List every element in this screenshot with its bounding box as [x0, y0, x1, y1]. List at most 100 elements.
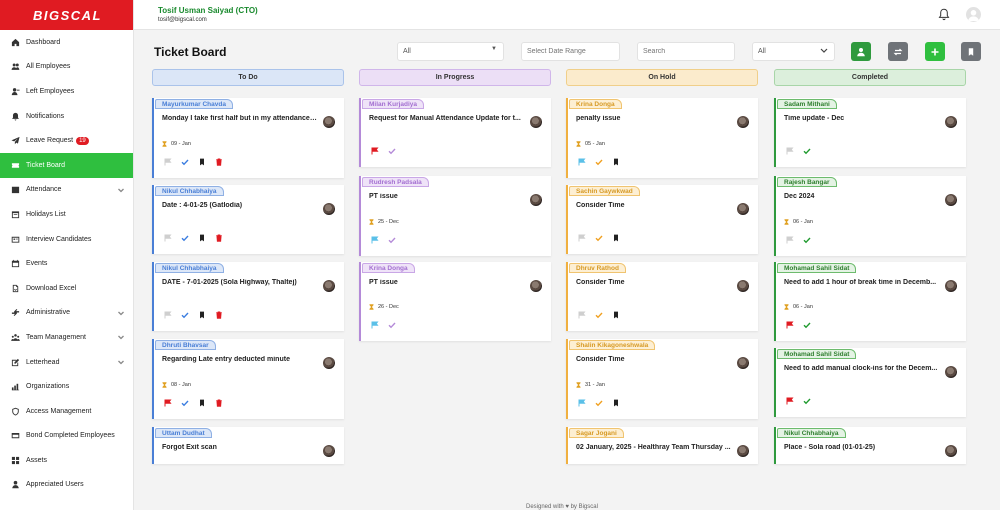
date-range-input[interactable]	[521, 42, 620, 61]
sidebar-item-download-excel[interactable]: Download Excel	[0, 276, 133, 301]
flag-icon[interactable]	[578, 234, 586, 242]
flag-icon[interactable]	[164, 234, 172, 242]
bookmark-icon[interactable]	[612, 234, 620, 242]
ticket-card[interactable]: Uttam Dudhat Forgot Exit scan	[152, 427, 344, 464]
sidebar-item-appreciated-users[interactable]: Appreciated Users	[0, 473, 133, 498]
bookmark-filter-button[interactable]	[961, 42, 981, 61]
sidebar-item-dashboard[interactable]: Dashboard	[0, 30, 133, 55]
sidebar-item-letterhead[interactable]: Letterhead	[0, 350, 133, 375]
check-icon[interactable]	[803, 147, 811, 155]
sidebar-item-access-management[interactable]: Access Management	[0, 399, 133, 424]
ticket-card[interactable]: Mohamad Sahil Sidat Need to add 1 hour of…	[774, 262, 966, 341]
check-icon[interactable]	[388, 147, 396, 155]
ticket-card[interactable]: Milan Kurjadiya Request for Manual Attend…	[359, 98, 551, 167]
flag-icon[interactable]	[371, 321, 379, 329]
flag-icon[interactable]	[786, 147, 794, 155]
bookmark-icon[interactable]	[198, 311, 206, 319]
flag-icon[interactable]	[164, 399, 172, 407]
ticket-card[interactable]: Mohamad Sahil Sidat Need to add manual cl…	[774, 348, 966, 417]
sidebar-item-label: Team Management	[26, 333, 86, 341]
flag-icon[interactable]	[786, 321, 794, 329]
flag-icon[interactable]	[371, 147, 379, 155]
ticket-card[interactable]: Nikul Chhabhaiya DATE - 7-01-2025 (Sola H…	[152, 262, 344, 331]
check-icon[interactable]	[803, 397, 811, 405]
search-input[interactable]	[637, 42, 735, 61]
status-filter-select[interactable]: All ▼	[397, 42, 504, 61]
sidebar-item-all-employees[interactable]: All Employees	[0, 55, 133, 80]
check-icon[interactable]	[181, 311, 189, 319]
ticket-card[interactable]: Krina Donga penalty issue 05 - Jan	[566, 98, 758, 178]
ticket-card[interactable]: Mayurkumar Chavda Monday I take first hal…	[152, 98, 344, 178]
sidebar-item-administrative[interactable]: Administrative	[0, 301, 133, 326]
flag-icon[interactable]	[786, 236, 794, 244]
card-icon	[10, 431, 20, 441]
flag-icon[interactable]	[786, 397, 794, 405]
check-icon[interactable]	[181, 234, 189, 242]
sidebar-item-assets[interactable]: Assets	[0, 448, 133, 473]
sidebar-item-attendance[interactable]: Attendance	[0, 178, 133, 203]
trash-icon[interactable]	[215, 311, 223, 319]
ticket-card[interactable]: Sachin Gaywkwad Consider Time	[566, 185, 758, 254]
assign-user-button[interactable]	[851, 42, 871, 61]
check-icon[interactable]	[595, 399, 603, 407]
flag-icon[interactable]	[164, 158, 172, 166]
logo[interactable]: BIGSCAL	[0, 0, 133, 30]
check-icon[interactable]	[803, 321, 811, 329]
check-icon[interactable]	[388, 321, 396, 329]
check-icon[interactable]	[181, 158, 189, 166]
ticket-card[interactable]: Rajesh Bangar Dec 2024 06 - Jan	[774, 176, 966, 256]
trash-icon[interactable]	[215, 158, 223, 166]
ticket-card[interactable]: Shalin Kikagoneshwala Consider Time 31 - J…	[566, 339, 758, 419]
column-header: On Hold	[566, 69, 758, 86]
flag-icon[interactable]	[578, 311, 586, 319]
ticket-card[interactable]: Krina Donga PT issue 26 - Dec	[359, 262, 551, 341]
chevron-down-icon[interactable]	[117, 309, 125, 317]
trash-icon[interactable]	[215, 234, 223, 242]
ticket-card[interactable]: Nikul Chhabhaiya Date : 4-01-25 (Gatlodia…	[152, 185, 344, 254]
trash-icon[interactable]	[215, 399, 223, 407]
ticket-card[interactable]: Rudresh Padsala PT issue 25 - Dec	[359, 176, 551, 256]
date-range-field[interactable]	[527, 48, 610, 55]
ticket-card[interactable]: Dhruv Rathod Consider Time	[566, 262, 758, 331]
sidebar-item-left-employees[interactable]: Left Employees	[0, 79, 133, 104]
user-avatar[interactable]	[966, 7, 981, 22]
check-icon[interactable]	[595, 158, 603, 166]
swap-button[interactable]	[888, 42, 908, 61]
bookmark-icon[interactable]	[612, 158, 620, 166]
sidebar-item-team-management[interactable]: Team Management	[0, 325, 133, 350]
flag-icon[interactable]	[371, 236, 379, 244]
add-ticket-button[interactable]	[925, 42, 945, 61]
check-icon[interactable]	[181, 399, 189, 407]
chevron-down-icon[interactable]	[117, 186, 125, 194]
check-icon[interactable]	[803, 236, 811, 244]
sidebar-item-interview-candidates[interactable]: Interview Candidates	[0, 227, 133, 252]
chevron-down-icon[interactable]	[117, 358, 125, 366]
notification-bell-icon[interactable]	[938, 8, 950, 21]
search-field[interactable]	[643, 48, 725, 55]
check-icon[interactable]	[388, 236, 396, 244]
flag-icon[interactable]	[164, 311, 172, 319]
ticket-card[interactable]: Sadam Mithani Time update - Dec	[774, 98, 966, 167]
bookmark-icon[interactable]	[612, 399, 620, 407]
bookmark-icon[interactable]	[612, 311, 620, 319]
sidebar-item-organizations[interactable]: Organizations	[0, 374, 133, 399]
sidebar-item-ticket-board[interactable]: Ticket Board	[0, 152, 133, 178]
ticket-card[interactable]: Dhruti Bhavsar Regarding Late entry deduc…	[152, 339, 344, 419]
type-filter-select[interactable]: All	[752, 42, 835, 61]
check-icon[interactable]	[595, 311, 603, 319]
sidebar-item-holidays-list[interactable]: Holidays List	[0, 202, 133, 227]
sidebar-item-bond-completed-employees[interactable]: Bond Completed Employees	[0, 424, 133, 449]
flag-icon[interactable]	[578, 399, 586, 407]
sidebar-item-leave-request[interactable]: Leave Request 19	[0, 128, 133, 153]
check-icon[interactable]	[595, 234, 603, 242]
flag-icon[interactable]	[578, 158, 586, 166]
sidebar-item-notifications[interactable]: Notifications	[0, 104, 133, 129]
chevron-down-icon[interactable]	[117, 333, 125, 341]
bookmark-icon[interactable]	[198, 399, 206, 407]
ticket-card[interactable]: Nikul Chhabhaiya Place - Sola road (01-01…	[774, 427, 966, 464]
ticket-card[interactable]: Sagar Jogani 02 January, 2025 - Healthray…	[566, 427, 758, 464]
bookmark-icon[interactable]	[198, 158, 206, 166]
app: BIGSCAL Dashboard All Employees Left Emplo…	[0, 0, 1000, 510]
bookmark-icon[interactable]	[198, 234, 206, 242]
sidebar-item-events[interactable]: Events	[0, 251, 133, 276]
